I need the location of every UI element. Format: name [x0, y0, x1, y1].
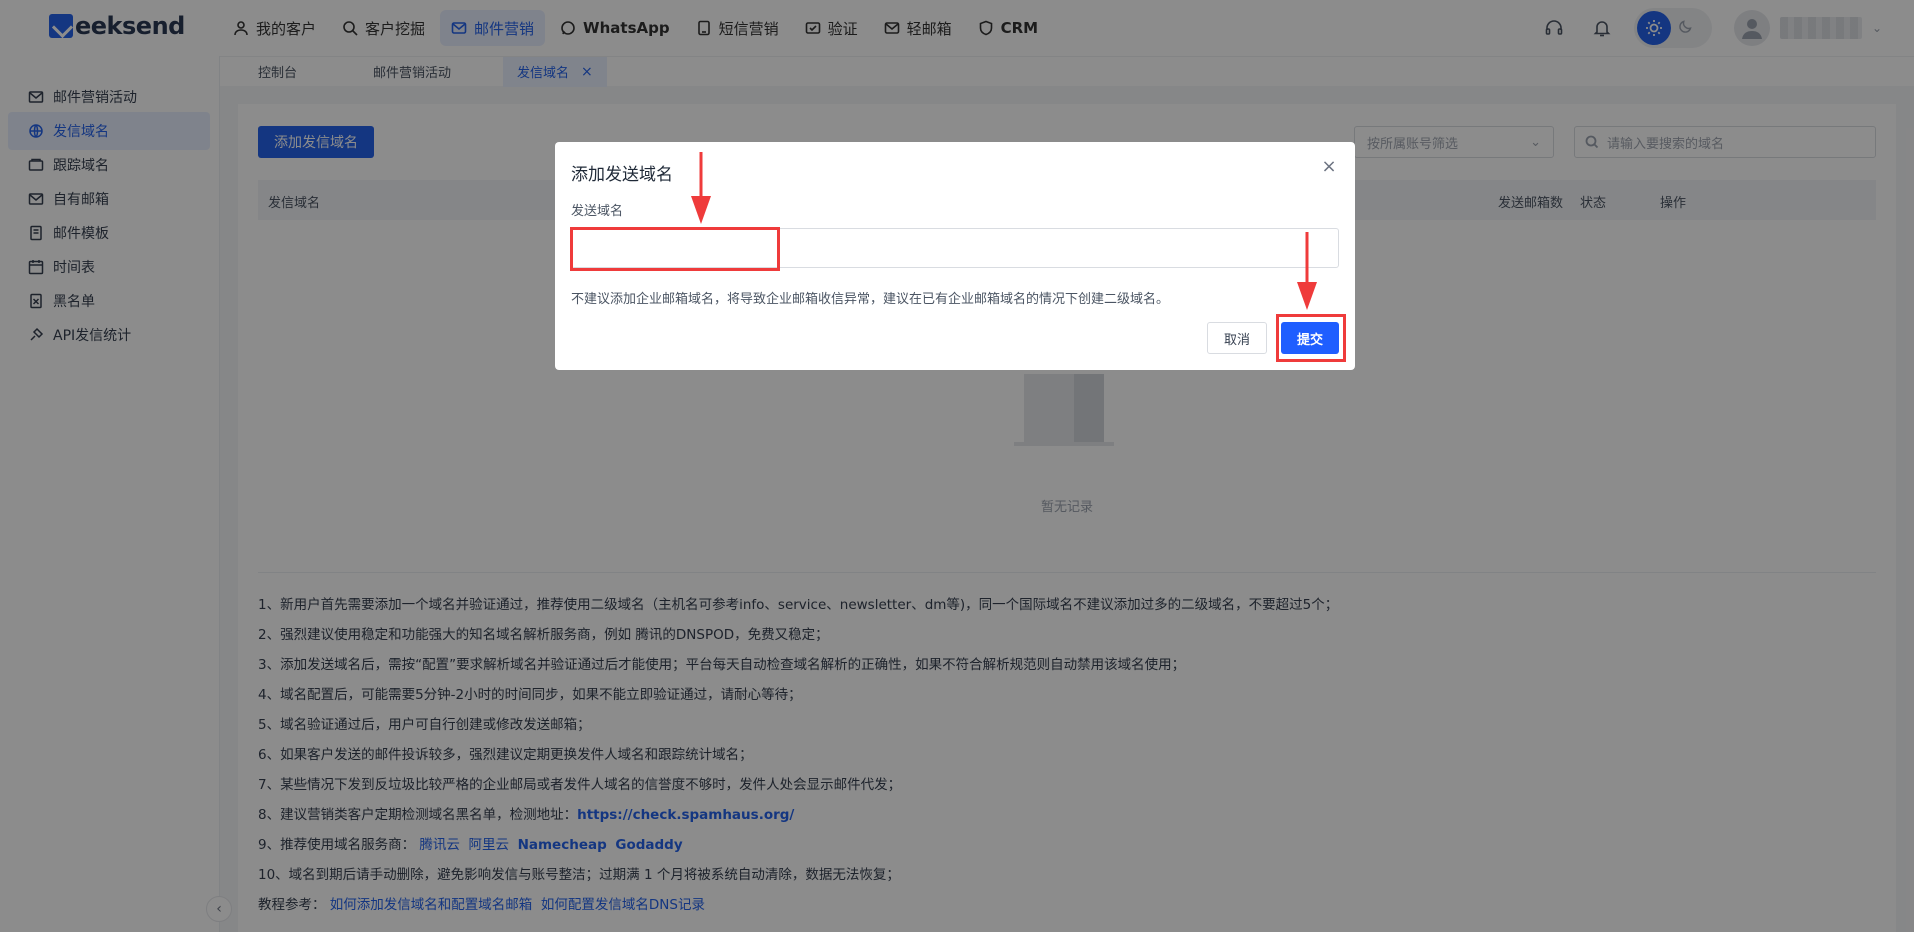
domain-hint: 不建议添加企业邮箱域名，将导致企业邮箱收信异常，建议在已有企业邮箱域名的情况下创…	[571, 292, 1170, 307]
annotation-arrow-submit	[1297, 232, 1317, 310]
annotation-highlight-input	[570, 227, 780, 271]
modal-overlay[interactable]	[0, 0, 1914, 932]
modal-title: 添加发送域名	[571, 165, 673, 185]
annotation-arrow-input	[691, 152, 711, 224]
close-icon[interactable]: ×	[1319, 156, 1339, 177]
annotation-highlight-submit	[1276, 314, 1346, 362]
domain-field-label: 发送域名	[571, 204, 624, 219]
cancel-button[interactable]: 取消	[1207, 322, 1267, 354]
